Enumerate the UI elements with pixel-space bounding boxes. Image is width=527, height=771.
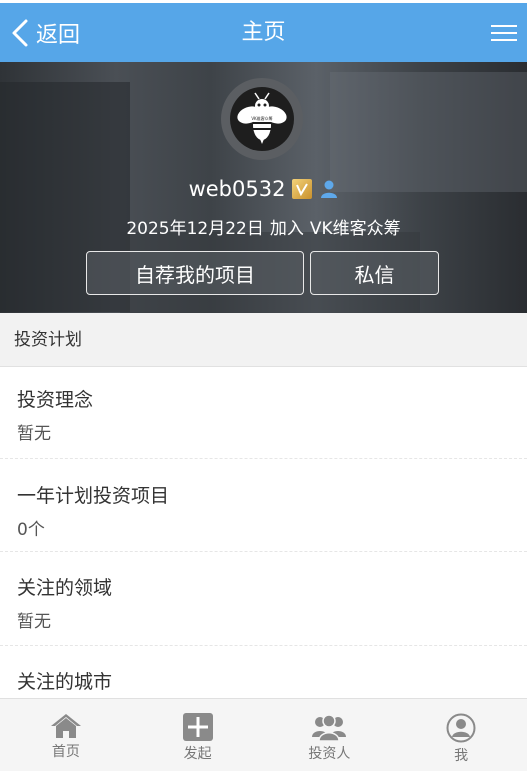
bee-logo-icon: VK维客众筹 <box>237 92 287 144</box>
tab-me[interactable]: 我 <box>395 699 527 771</box>
svg-text:VK维客众筹: VK维客众筹 <box>251 115 272 121</box>
item-label: 投资理念 <box>17 389 94 411</box>
join-text: 加入 <box>269 219 304 239</box>
investors-icon <box>312 714 347 741</box>
tab-investors[interactable]: 投资人 <box>264 699 396 771</box>
tab-create[interactable]: 发起 <box>132 699 264 771</box>
list-item: 关注的城市 <box>0 646 527 706</box>
item-value: 0个 <box>17 520 45 540</box>
private-message-button[interactable]: 私信 <box>310 251 439 295</box>
tab-label: 我 <box>454 748 469 764</box>
platform-name: VK维客众筹 <box>309 219 401 239</box>
item-value: 暂无 <box>17 612 51 632</box>
tab-bar: 首页 发起 投资人 我 <box>0 698 527 771</box>
user-icon <box>446 713 476 743</box>
tab-label: 投资人 <box>308 746 351 762</box>
tab-home[interactable]: 首页 <box>0 699 132 771</box>
username-row: web0532 <box>0 174 527 204</box>
username: web0532 <box>188 177 286 201</box>
item-value: 暂无 <box>17 424 51 444</box>
home-icon <box>50 714 81 738</box>
list-item: 关注的领域 暂无 <box>0 552 527 646</box>
avatar[interactable]: VK维客众筹 <box>221 78 303 160</box>
investment-plan-header: 投资计划 <box>0 313 527 367</box>
plus-icon <box>182 713 213 741</box>
profile-banner: VK维客众筹 web0532 2025年12月22日 加入 VK维客众筹 自荐我的项… <box>0 62 527 313</box>
recommend-project-button[interactable]: 自荐我的项目 <box>86 251 304 295</box>
item-label: 一年计划投资项目 <box>17 485 170 507</box>
page-title: 主页 <box>241 20 286 45</box>
item-label: 关注的领域 <box>17 577 113 599</box>
tab-label: 首页 <box>51 744 80 760</box>
join-date: 2025年12月22日 <box>126 219 264 239</box>
item-label: 关注的城市 <box>17 671 113 693</box>
list-item: 投资理念 暂无 <box>0 367 527 459</box>
tab-label: 发起 <box>183 746 212 762</box>
list-item: 一年计划投资项目 0个 <box>0 459 527 552</box>
person-icon <box>321 180 338 198</box>
menu-icon[interactable] <box>491 20 517 46</box>
nav-bar: 返回 主页 <box>0 3 527 62</box>
v-badge-icon <box>292 179 313 199</box>
join-info: 2025年12月22日 加入 VK维客众筹 <box>0 214 527 239</box>
